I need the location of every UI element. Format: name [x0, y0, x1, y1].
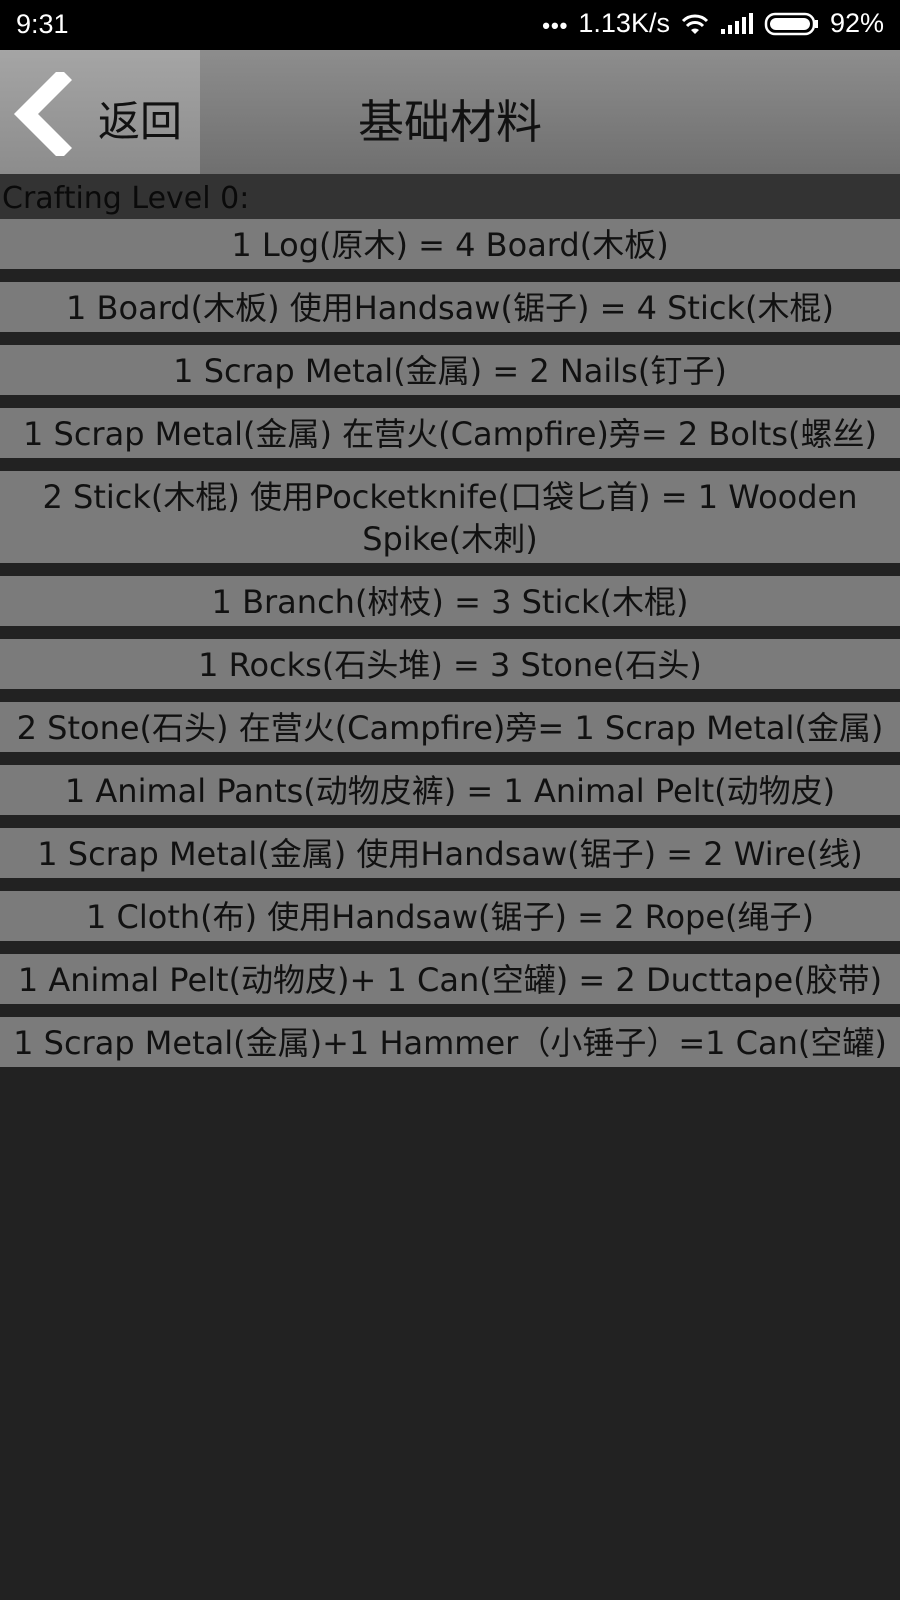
recipe-item: 2 Stone(石头) 在营火(Campfire)旁= 1 Scrap Meta…	[0, 702, 900, 752]
recipe-item: 1 Scrap Metal(金属) = 2 Nails(钉子)	[0, 345, 900, 395]
battery-percent: 92%	[829, 8, 884, 38]
battery-icon	[764, 12, 820, 36]
status-bar: 9:31 ••• 1.13K/s 92%	[0, 0, 900, 50]
recipe-list: 1 Log(原木) = 4 Board(木板) 1 Board(木板) 使用Ha…	[0, 219, 900, 1067]
status-indicators: ••• 1.13K/s 92%	[542, 8, 884, 39]
recipe-item: 1 Scrap Metal(金属)+1 Hammer（小锤子）=1 Can(空罐…	[0, 1017, 900, 1067]
back-label: 返回	[98, 97, 183, 146]
title-bar: 返回 基础材料	[0, 50, 900, 174]
signal-icon	[720, 12, 754, 36]
page-title: 基础材料	[358, 95, 542, 149]
wifi-icon	[680, 12, 710, 36]
more-notifications-icon: •••	[542, 12, 569, 38]
recipe-item: 1 Scrap Metal(金属) 使用Handsaw(锯子) = 2 Wire…	[0, 828, 900, 878]
recipe-item: 1 Scrap Metal(金属) 在营火(Campfire)旁= 2 Bolt…	[0, 408, 900, 458]
recipe-item: 1 Cloth(布) 使用Handsaw(锯子) = 2 Rope(绳子)	[0, 891, 900, 941]
recipe-item: 2 Stick(木棍) 使用Pocketknife(口袋匕首) = 1 Wood…	[0, 471, 900, 563]
recipe-item: 1 Rocks(石头堆) = 3 Stone(石头)	[0, 639, 900, 689]
back-button[interactable]: 返回	[0, 50, 200, 174]
status-time: 9:31	[16, 9, 69, 39]
recipe-item: 1 Animal Pelt(动物皮)+ 1 Can(空罐) = 2 Ductta…	[0, 954, 900, 1004]
recipe-item: 1 Board(木板) 使用Handsaw(锯子) = 4 Stick(木棍)	[0, 282, 900, 332]
chevron-left-icon	[12, 72, 72, 156]
recipe-item: 1 Animal Pants(动物皮裤) = 1 Animal Pelt(动物皮…	[0, 765, 900, 815]
recipe-item: 1 Log(原木) = 4 Board(木板)	[0, 219, 900, 269]
recipe-item: 1 Branch(树枝) = 3 Stick(木棍)	[0, 576, 900, 626]
network-speed: 1.13K/s	[578, 8, 670, 38]
section-header: Crafting Level 0:	[0, 174, 900, 219]
